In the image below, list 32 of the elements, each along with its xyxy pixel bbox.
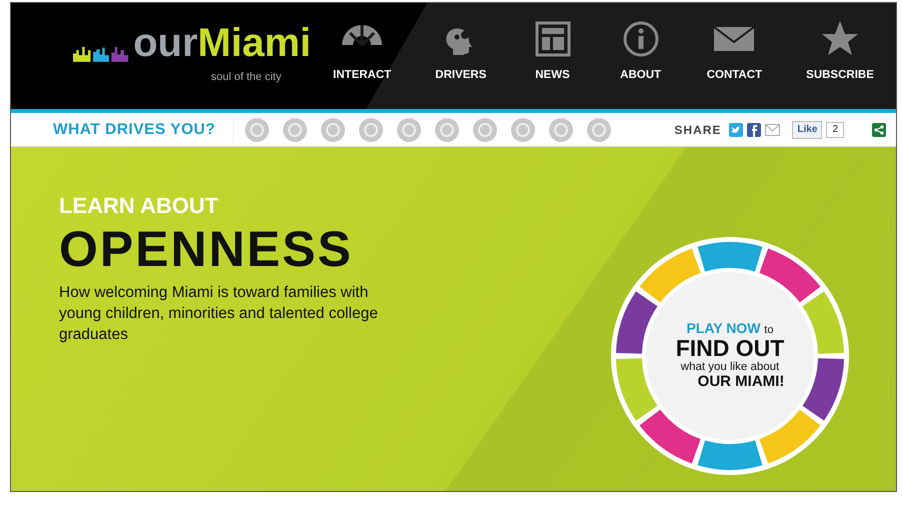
nav-button[interactable]: NEWS <box>530 21 574 109</box>
driver-icon[interactable] <box>586 116 612 142</box>
driver-icon[interactable] <box>472 116 498 142</box>
facebook-icon[interactable] <box>747 122 762 136</box>
section-title: WHAT DRIVES YOU? <box>53 120 216 140</box>
driver-icon[interactable] <box>434 116 460 142</box>
wheel-callout[interactable]: FIND OUT <box>676 336 784 361</box>
like-button[interactable]: Like <box>792 120 822 138</box>
driver-icon[interactable] <box>358 116 384 142</box>
logo-text: Miami <box>198 21 311 65</box>
driver-icon[interactable] <box>548 116 574 142</box>
logo-tagline: soul of the city <box>211 70 282 85</box>
hero-heading: OPENNESS <box>59 222 354 277</box>
driver-icon[interactable] <box>320 116 346 142</box>
driver-icon[interactable] <box>244 116 270 142</box>
share-icon[interactable] <box>872 122 886 136</box>
driver-icon[interactable] <box>510 116 536 142</box>
hero-description: How welcoming Miami is toward families with young children, minorities and talented college graduates <box>59 283 379 345</box>
nav-button[interactable]: CONTACT <box>706 21 762 109</box>
nav-button[interactable]: DRIVERS <box>435 21 486 109</box>
nav-button[interactable]: SUBSCRIBE <box>806 21 874 109</box>
hero-kicker: LEARN ABOUT <box>59 192 220 220</box>
share-label: SHARE <box>674 122 722 138</box>
logo-text: our <box>133 21 198 65</box>
nav-button[interactable]: ABOUT <box>618 21 663 109</box>
wheel-callout[interactable]: what you like about <box>680 360 780 374</box>
driver-icon[interactable] <box>396 116 422 142</box>
like-count: 2 <box>826 122 844 138</box>
driver-icon[interactable] <box>282 116 308 142</box>
wheel-callout[interactable]: PLAY NOW to <box>686 321 774 336</box>
wheel-callout[interactable]: OUR MIAMI! <box>676 374 784 391</box>
nav-button[interactable]: INTERACT <box>333 21 392 109</box>
